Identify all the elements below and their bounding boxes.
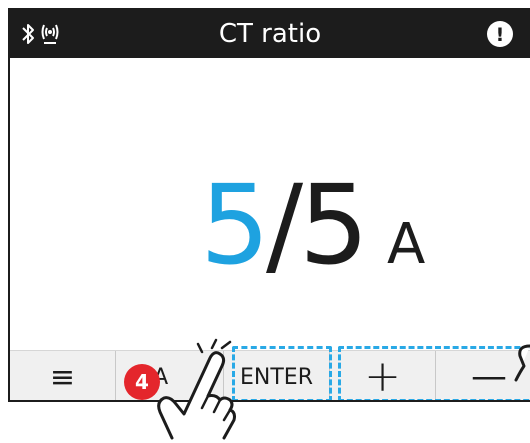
menu-icon: ≡: [49, 359, 76, 395]
device-screen: CT ratio ! 5/5A ≡ BA ENTER + —: [8, 8, 530, 402]
pointing-hand-icon: [157, 338, 236, 440]
unit-label: A: [387, 212, 426, 277]
alert-icon[interactable]: !: [486, 20, 514, 48]
ct-ratio-value: 5/5 A: [200, 160, 425, 290]
title-bar: CT ratio !: [10, 10, 530, 58]
pointing-hand-right-icon: [514, 344, 530, 382]
ct-primary-value[interactable]: 5: [200, 161, 270, 289]
step-number-badge: 4: [124, 364, 160, 400]
enter-highlight: [232, 346, 332, 400]
menu-button[interactable]: ≡: [10, 351, 116, 400]
plus-minus-highlight: [338, 346, 530, 400]
page-title: CT ratio: [218, 19, 322, 49]
ct-secondary-value: /5: [266, 161, 369, 289]
alert-glyph: !: [496, 24, 505, 46]
